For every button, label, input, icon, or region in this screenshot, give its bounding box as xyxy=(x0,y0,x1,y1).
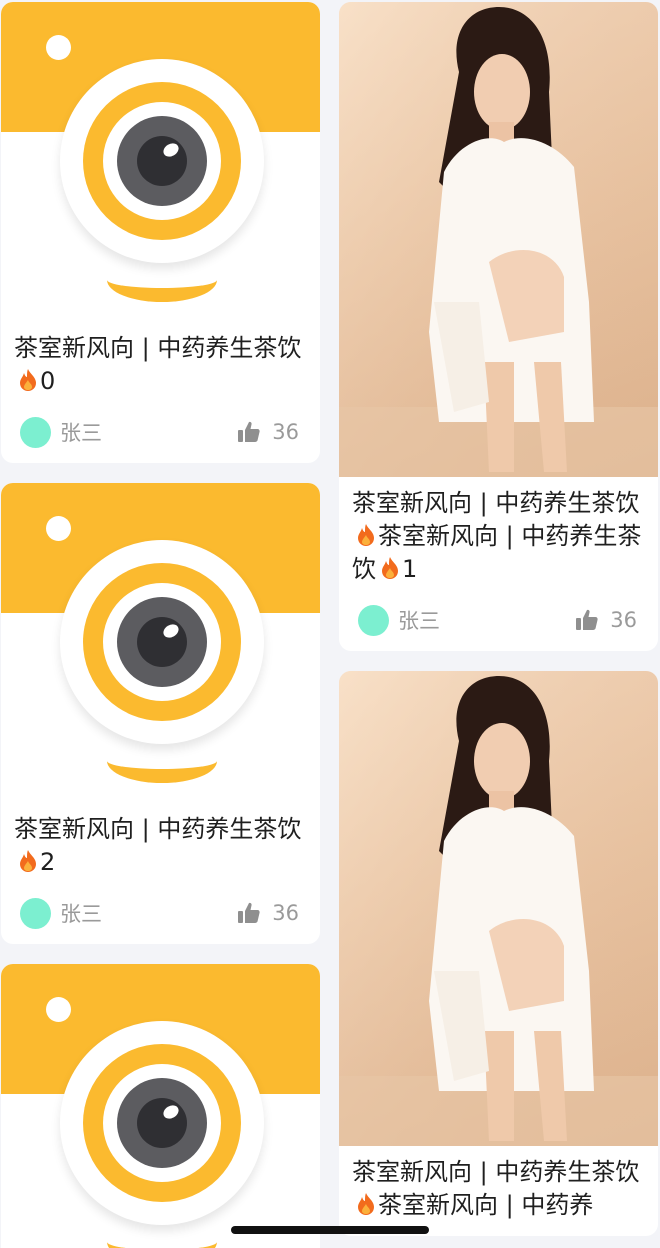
author-name[interactable]: 张三 xyxy=(398,605,440,635)
photo-woman-white-shirt xyxy=(339,671,658,1146)
post-info: 茶室新风向 | 中药养生茶饮茶室新风向 | 中药养生茶饮 1 张三 36 xyxy=(339,477,658,651)
fire-icon xyxy=(358,524,374,546)
post-card[interactable]: 茶室新风向 | 中药养生茶饮茶室新风向 | 中药养生茶饮 1 张三 36 xyxy=(339,2,658,651)
like-count: 36 xyxy=(272,901,299,925)
avatar[interactable] xyxy=(20,416,51,448)
post-cover-image[interactable] xyxy=(1,483,320,803)
home-indicator[interactable] xyxy=(231,1226,429,1234)
fire-icon xyxy=(358,1193,374,1215)
post-title: 茶室新风向 | 中药养生茶饮2 xyxy=(14,815,302,876)
post-title: 茶室新风向 | 中药养生茶饮茶室新风向 | 中药养 xyxy=(352,1158,640,1219)
fire-icon xyxy=(382,557,398,579)
feed-column-right: 茶室新风向 | 中药养生茶饮茶室新风向 | 中药养生茶饮 1 张三 36 茶室新… xyxy=(339,2,658,1248)
post-info: 茶室新风向 | 中药养生茶饮茶室新风向 | 中药养 xyxy=(339,1146,658,1236)
avatar[interactable] xyxy=(20,897,51,929)
post-card[interactable]: 茶室新风向 | 中药养生茶饮茶室新风向 | 中药养 xyxy=(339,671,658,1236)
post-card[interactable]: 茶室新风向 | 中药养生茶饮2 张三 36 xyxy=(1,483,320,944)
post-card[interactable]: 茶室新风向 | 中药养生茶饮0 张三 36 xyxy=(1,2,320,463)
post-cover-image[interactable] xyxy=(1,2,320,322)
post-index: 1 xyxy=(402,555,418,583)
post-title: 茶室新风向 | 中药养生茶饮茶室新风向 | 中药养生茶饮 1 xyxy=(352,489,642,583)
thumbs-up-icon[interactable] xyxy=(236,900,262,926)
author-name[interactable]: 张三 xyxy=(60,898,102,928)
post-index: 2 xyxy=(40,848,56,876)
post-info: 茶室新风向 | 中药养生茶饮0 张三 36 xyxy=(1,322,320,463)
post-card[interactable] xyxy=(1,964,320,1248)
post-cover-image[interactable] xyxy=(339,2,658,477)
avatar[interactable] xyxy=(358,604,389,636)
post-info: 茶室新风向 | 中药养生茶饮2 张三 36 xyxy=(1,803,320,944)
post-title: 茶室新风向 | 中药养生茶饮0 xyxy=(14,334,302,395)
fire-icon xyxy=(20,369,36,391)
feed-column-left: 茶室新风向 | 中药养生茶饮0 张三 36 茶室新风向 | 中药养生茶饮2 张三… xyxy=(1,2,320,1248)
like-count: 36 xyxy=(610,608,637,632)
fire-icon xyxy=(20,850,36,872)
post-meta: 张三 36 xyxy=(352,603,645,637)
post-cover-image[interactable] xyxy=(339,671,658,1146)
thumbs-up-icon[interactable] xyxy=(236,419,262,445)
post-cover-image[interactable] xyxy=(1,964,320,1248)
post-index: 0 xyxy=(40,367,56,395)
like-count: 36 xyxy=(272,420,299,444)
photo-woman-white-shirt xyxy=(339,2,658,477)
author-name[interactable]: 张三 xyxy=(60,417,102,447)
waterfall-feed[interactable]: 茶室新风向 | 中药养生茶饮0 张三 36 茶室新风向 | 中药养生茶饮2 张三… xyxy=(0,0,660,1248)
thumbs-up-icon[interactable] xyxy=(574,607,600,633)
post-meta: 张三 36 xyxy=(14,896,307,930)
post-meta: 张三 36 xyxy=(14,415,307,449)
